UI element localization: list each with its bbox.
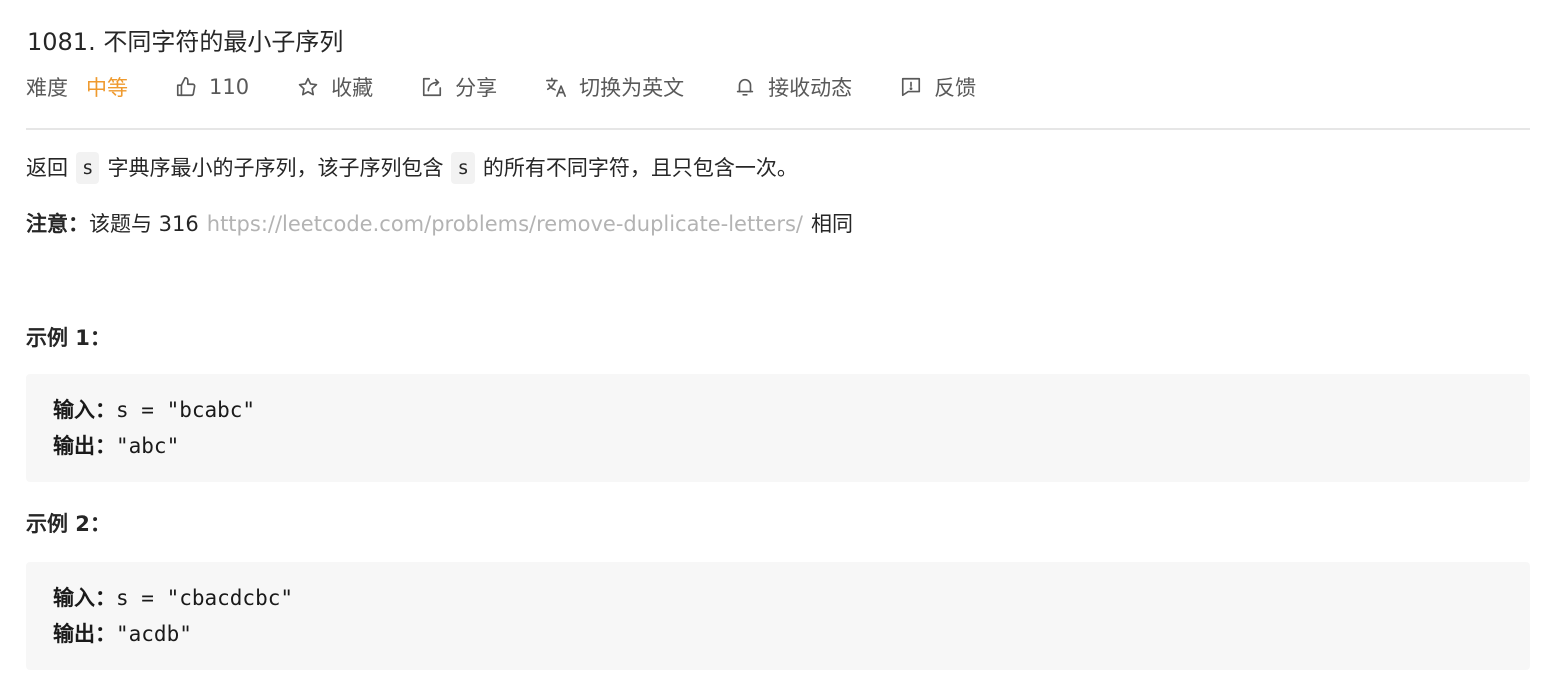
problem-note: 注意： 该题与 316 https://leetcode.com/problem… (26, 206, 853, 242)
example-input: 输入：s = "cbacdcbc" (53, 580, 1503, 616)
inline-code: s (451, 152, 475, 184)
note-text: 相同 (811, 212, 853, 236)
divider (26, 128, 1530, 130)
example-block: 输入：s = "cbacdcbc" 输出："acdb" (26, 562, 1530, 670)
example-block: 输入：s = "bcabc" 输出："abc" (26, 374, 1530, 482)
output-label: 输出： (53, 622, 116, 646)
output-value: "abc" (116, 434, 180, 458)
favorite-label: 收藏 (331, 76, 374, 100)
bell-icon (734, 76, 756, 98)
feedback-label: 反馈 (934, 76, 977, 100)
share-button[interactable]: 分享 (421, 72, 497, 102)
share-label: 分享 (455, 76, 498, 100)
feedback-icon (900, 76, 922, 98)
note-label: 注意： (26, 212, 89, 236)
description-text: 字典序最小的子序列，该子序列包含 (107, 156, 444, 180)
inline-code: s (76, 152, 100, 184)
example-output: 输出："abc" (53, 428, 1503, 464)
example-title: 示例 2： (26, 512, 111, 536)
favorite-button[interactable]: 收藏 (297, 72, 373, 102)
input-label: 输入： (53, 586, 116, 610)
translate-icon (545, 76, 567, 98)
star-icon (297, 76, 319, 98)
related-problem-link[interactable]: https://leetcode.com/problems/remove-dup… (207, 206, 803, 242)
thumbs-up-icon (175, 76, 197, 98)
input-label: 输入： (53, 398, 116, 422)
subscribe-button[interactable]: 接收动态 (734, 72, 852, 102)
problem-meta-bar: 难度 中等 110 收藏 分享 切换为英文 接收动态 反馈 (26, 70, 976, 104)
description-text: 返回 (26, 156, 68, 180)
output-label: 输出： (53, 434, 116, 458)
like-count: 110 (209, 75, 250, 99)
output-value: "acdb" (116, 622, 192, 646)
difficulty-label: 难度 (26, 76, 68, 100)
example-input: 输入：s = "bcabc" (53, 392, 1503, 428)
example-title: 示例 1： (26, 326, 111, 350)
difficulty: 难度 中等 (26, 72, 128, 102)
subscribe-label: 接收动态 (768, 76, 853, 100)
translate-label: 切换为英文 (579, 76, 685, 100)
translate-button[interactable]: 切换为英文 (545, 72, 684, 102)
problem-page: 1081. 不同字符的最小子序列 难度 中等 110 收藏 分享 切换为英文 接… (26, 0, 1530, 696)
feedback-button[interactable]: 反馈 (900, 72, 976, 102)
note-text: 该题与 316 (89, 212, 199, 236)
input-value: s = "cbacdcbc" (116, 586, 294, 610)
share-icon (421, 76, 443, 98)
problem-description: 返回 s 字典序最小的子序列，该子序列包含 s 的所有不同字符，且只包含一次。 (26, 150, 798, 186)
problem-title: 1081. 不同字符的最小子序列 (27, 28, 344, 56)
description-text: 的所有不同字符，且只包含一次。 (482, 156, 798, 180)
input-value: s = "bcabc" (116, 398, 256, 422)
example-output: 输出："acdb" (53, 616, 1503, 652)
difficulty-badge: 中等 (86, 76, 128, 100)
like-button[interactable]: 110 (175, 75, 249, 99)
